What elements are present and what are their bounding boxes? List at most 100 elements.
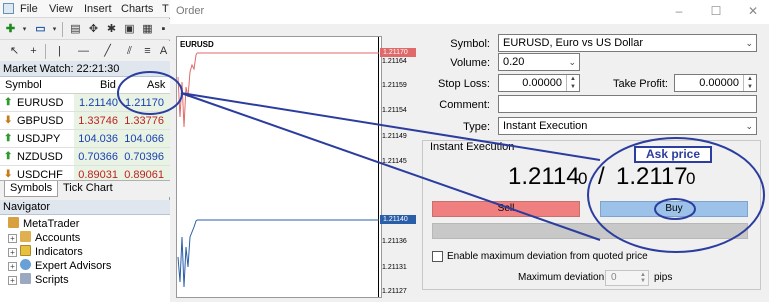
- expert-advisors-icon: [20, 259, 31, 270]
- row-symbol: NZDUSD: [17, 151, 63, 163]
- crosshair-icon[interactable]: +: [26, 44, 41, 59]
- row-symbol: USDJPY: [17, 133, 61, 145]
- stop-loss-input[interactable]: 0.00000 ▲ ▼: [498, 74, 580, 92]
- minimize-icon[interactable]: –: [670, 3, 688, 19]
- chart-plot-area: EURUSD: [177, 37, 379, 297]
- arrow-up-icon: ⬆: [4, 151, 13, 162]
- market-watch-icon[interactable]: ▤: [68, 22, 83, 37]
- expand-icon[interactable]: +: [8, 248, 17, 257]
- market-watch-row[interactable]: ⬇ GBPUSD 1.33746 1.33776: [0, 112, 170, 130]
- take-profit-input[interactable]: 0.00000 ▲ ▼: [674, 74, 757, 92]
- row-bid: 104.036: [78, 133, 118, 145]
- fibonacci-icon[interactable]: ≡: [140, 44, 155, 59]
- arrow-down-icon: ⬇: [4, 169, 13, 180]
- ask-history: [177, 52, 198, 128]
- column-bid[interactable]: Bid: [100, 79, 116, 91]
- menu-bar: File View Insert Charts T: [0, 0, 170, 18]
- profiles-icon[interactable]: ▭: [33, 22, 48, 37]
- price-separator: /: [598, 163, 605, 190]
- text-tool-icon[interactable]: A: [156, 44, 171, 59]
- tick-label: 1.21159: [382, 82, 407, 89]
- nav-label: Scripts: [35, 274, 69, 286]
- cursor-icon[interactable]: ↖: [7, 44, 22, 59]
- maximize-icon[interactable]: ☐: [707, 3, 725, 19]
- channel-icon[interactable]: ⫽: [122, 44, 137, 59]
- max-deviation-input[interactable]: 0 ▲ ▼: [605, 270, 649, 286]
- buy-button[interactable]: Buy: [600, 201, 748, 217]
- symbol-select[interactable]: EURUSD, Euro vs US Dollar ⌄: [498, 34, 757, 52]
- expand-icon[interactable]: +: [8, 234, 17, 243]
- volume-label: Volume:: [450, 57, 490, 69]
- column-ask[interactable]: Ask: [147, 79, 165, 91]
- dialog-title: Order: [176, 5, 205, 17]
- bid-price-tag: 1.21140: [380, 215, 416, 224]
- close-icon[interactable]: ✕: [744, 3, 762, 19]
- spinner-icon[interactable]: ▲ ▼: [743, 75, 756, 91]
- column-symbol[interactable]: Symbol: [5, 79, 42, 91]
- app-icon: [3, 3, 14, 14]
- spinner-icon[interactable]: ▲ ▼: [640, 272, 646, 284]
- nav-item-scripts[interactable]: + Scripts: [8, 273, 69, 287]
- max-deviation-checkbox[interactable]: [432, 251, 443, 262]
- row-ask: 1.33776: [124, 115, 164, 127]
- expand-icon[interactable]: +: [8, 262, 17, 271]
- expand-icon[interactable]: +: [8, 276, 17, 285]
- type-select[interactable]: Instant Execution ⌄: [498, 117, 757, 135]
- row-bid: 1.21140: [79, 97, 118, 109]
- nav-item-metatrader[interactable]: MetaTrader: [8, 217, 79, 231]
- tick-label: 1.21154: [382, 107, 407, 114]
- dropdown-arrow-icon[interactable]: ▾: [47, 22, 62, 37]
- row-ask: 1.21170: [125, 97, 164, 109]
- horizontal-line-icon[interactable]: —: [76, 44, 91, 59]
- market-watch-row[interactable]: ⬆ NZDUSD 0.70366 0.70396: [0, 148, 170, 166]
- market-watch-title: Market Watch: 22:21:30: [0, 61, 170, 77]
- new-chart-icon[interactable]: ✚: [3, 22, 18, 37]
- menu-file[interactable]: File: [20, 3, 38, 15]
- symbol-value: EURUSD, Euro vs US Dollar: [503, 37, 643, 49]
- trendline-icon[interactable]: ╱: [100, 44, 115, 59]
- spinner-icon[interactable]: ▲ ▼: [566, 75, 579, 91]
- dropdown-arrow-icon[interactable]: ▾: [17, 22, 32, 37]
- comment-label: Comment:: [439, 99, 490, 111]
- take-profit-label: Take Profit:: [612, 78, 668, 90]
- data-window-icon[interactable]: ✥: [86, 22, 101, 37]
- chevron-down-icon: ⌄: [745, 38, 753, 48]
- market-watch-header: Symbol Bid Ask: [0, 77, 170, 94]
- menu-charts[interactable]: Charts: [121, 3, 153, 15]
- pips-label: pips: [654, 272, 673, 283]
- ask-price-last-digit: 0: [686, 169, 696, 188]
- tick-label: 1.21136: [382, 238, 407, 245]
- dialog-titlebar: Order – ☐ ✕: [170, 0, 769, 24]
- menu-insert[interactable]: Insert: [84, 3, 112, 15]
- arrow-down-icon: ⬇: [4, 115, 13, 126]
- market-watch-row[interactable]: ⬆ EURUSD 1.21140 1.21170: [0, 94, 170, 112]
- sell-button[interactable]: Sell: [432, 201, 580, 217]
- nav-item-expert-advisors[interactable]: + Expert Advisors: [8, 259, 111, 273]
- menu-view[interactable]: View: [49, 3, 73, 15]
- bid-price: 1.2114: [508, 163, 580, 190]
- vertical-line-icon[interactable]: |: [52, 44, 67, 59]
- close-order-button[interactable]: [432, 223, 748, 239]
- tab-tick-chart[interactable]: Tick Chart: [58, 181, 118, 197]
- tester-icon[interactable]: ▦: [140, 22, 155, 37]
- chevron-down-icon: ⌄: [568, 57, 576, 67]
- menu-tools[interactable]: T: [162, 3, 169, 15]
- nav-item-indicators[interactable]: + Indicators: [8, 245, 83, 259]
- chevron-down-icon: ⌄: [745, 121, 753, 131]
- accounts-icon: [20, 231, 31, 242]
- navigator-icon[interactable]: ✱: [104, 22, 119, 37]
- volume-select[interactable]: 0.20 ⌄: [498, 53, 580, 71]
- type-value: Instant Execution: [503, 120, 588, 132]
- tab-symbols[interactable]: Symbols: [4, 181, 59, 197]
- market-watch-tabs: Symbols Tick Chart: [0, 180, 170, 197]
- market-watch-row[interactable]: ⬆ USDJPY 104.036 104.066: [0, 130, 170, 148]
- scripts-icon: [20, 273, 31, 284]
- row-ask: 0.70396: [124, 151, 164, 163]
- terminal-icon[interactable]: ▣: [122, 22, 137, 37]
- row-bid: 0.70366: [78, 151, 118, 163]
- options-icon[interactable]: ▪: [156, 22, 171, 37]
- toolbar-drawing: ↖ + | — ╱ ⫽ ≡ A: [0, 41, 170, 62]
- nav-item-accounts[interactable]: + Accounts: [8, 231, 80, 245]
- comment-input[interactable]: [498, 95, 757, 113]
- max-deviation-label: Maximum deviation:: [518, 272, 607, 283]
